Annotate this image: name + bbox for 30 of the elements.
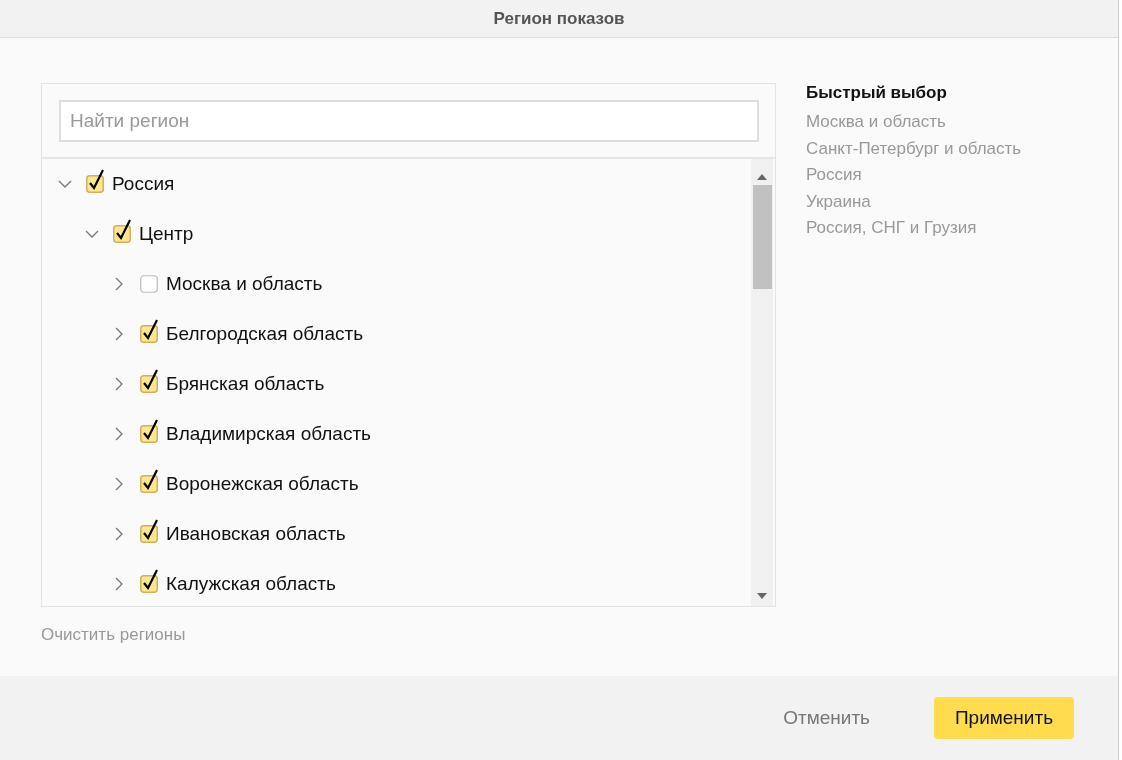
clear-regions-link[interactable]: Очистить регионы [41,625,186,645]
checkbox[interactable] [140,369,158,393]
checkbox[interactable] [140,519,158,543]
checkbox[interactable] [113,219,131,243]
checkbox[interactable] [140,469,158,493]
dialog-title: Регион показов [493,8,625,29]
quick-select-link[interactable]: Санкт-Петербург и область [806,135,1022,162]
cancel-button[interactable]: Отменить [739,697,914,739]
checkbox[interactable] [86,169,104,193]
scrollbar[interactable] [751,159,773,606]
region-label: Москва и область [166,273,323,295]
search-field[interactable]: Найти регион [59,100,759,142]
quick-select-heading: Быстрый выбор [806,83,947,103]
region-label: Белгородская область [166,323,364,345]
region-label: Брянская область [166,373,325,395]
quick-select-link[interactable]: Россия, СНГ и Грузия [806,215,977,242]
region-label: Владимирская область [166,423,371,445]
region-label: Ивановская область [166,523,346,545]
region-label: Центр [139,223,194,245]
quick-select-link[interactable]: Украина [806,188,871,215]
region-label: Калужская область [166,573,336,595]
checkbox[interactable] [140,419,158,443]
quick-select-link[interactable]: Россия [806,162,862,189]
region-label: Россия [112,173,175,195]
checkbox[interactable] [140,275,158,293]
checkbox[interactable] [140,569,158,593]
checkbox[interactable] [140,319,158,343]
apply-button[interactable]: Применить [934,697,1074,739]
quick-select-link[interactable]: Москва и область [806,109,946,136]
region-label: Воронежская область [166,473,359,495]
